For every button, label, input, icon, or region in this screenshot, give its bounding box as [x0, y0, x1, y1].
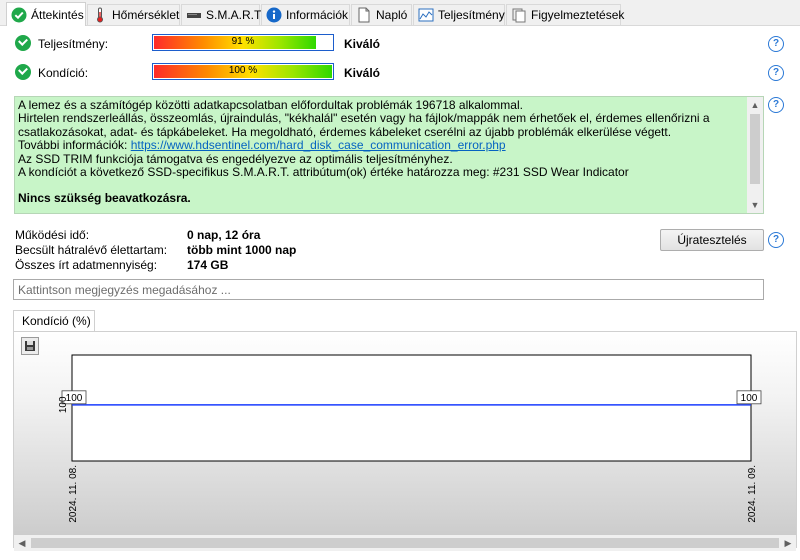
tab-health-chart[interactable]: Kondíció (%) — [13, 310, 95, 332]
scroll-thumb[interactable] — [750, 114, 760, 184]
trim-line: Az SSD TRIM funkciója támogatva és enged… — [18, 151, 453, 166]
tab-information[interactable]: Információk — [261, 4, 350, 25]
y-tick-label: 100 — [58, 396, 69, 413]
message-scrollbar[interactable]: ▲ ▼ — [747, 97, 763, 213]
retest-button[interactable]: Újratesztelés — [660, 229, 764, 251]
message-line: csatlakozásokat, adat- és tápkábeleket. … — [18, 124, 672, 139]
message-line: Hirtelen rendszerleállás, összeomlás, új… — [18, 111, 710, 126]
performance-ok-icon — [15, 35, 31, 51]
note-input[interactable]: Kattintson megjegyzés megadásához ... — [13, 279, 764, 300]
tab-label: Információk — [286, 8, 349, 22]
info-icon — [266, 7, 282, 23]
tab-label: Áttekintés — [31, 7, 84, 22]
lifetime-label: Becsült hátralévő élettartam: — [15, 243, 168, 257]
health-percent: 100 % — [228, 65, 258, 76]
status-message-text: A lemez és a számítógép közötti adatkapc… — [18, 98, 745, 206]
more-info-line: További információk: https://www.hdsenti… — [18, 139, 745, 152]
performance-chart-icon — [418, 7, 434, 23]
tab-log[interactable]: Napló — [351, 4, 412, 25]
performance-bar: 91 % — [152, 34, 334, 51]
help-icon-message[interactable]: ? — [768, 97, 784, 113]
lifetime-value: több mint 1000 nap — [187, 243, 297, 257]
health-bar: 100 % — [152, 63, 334, 80]
more-info-label: További információk: — [18, 138, 128, 153]
scroll-up-arrow-icon[interactable]: ▲ — [747, 97, 763, 113]
message-conclusion: Nincs szükség beavatkozásra. — [18, 191, 191, 206]
scroll-right-arrow-icon[interactable]: ▶ — [780, 535, 796, 551]
performance-label: Teljesítmény: — [38, 37, 109, 51]
scroll-down-arrow-icon[interactable]: ▼ — [747, 197, 763, 213]
tab-performance[interactable]: Teljesítmény — [413, 4, 505, 25]
check-circle-icon — [11, 7, 27, 23]
data-label: 100 — [741, 393, 758, 404]
alerts-icon — [511, 7, 527, 23]
performance-rating: Kiváló — [344, 37, 381, 51]
tab-smart[interactable]: S.M.A.R.T. — [181, 4, 264, 25]
tab-overview[interactable]: Áttekintés — [6, 2, 86, 26]
tab-label: Hőmérséklet — [112, 8, 180, 22]
scroll-thumb[interactable] — [31, 538, 779, 548]
chart-horizontal-scrollbar[interactable]: ◀ ▶ — [14, 535, 796, 551]
tab-label: Napló — [376, 8, 408, 22]
message-line: A lemez és a számítógép közötti adatkapc… — [18, 98, 523, 112]
x-tick-label: 2024. 11. 09. — [747, 465, 758, 523]
help-icon-performance[interactable]: ? — [768, 36, 784, 52]
tab-label: Teljesítmény — [438, 8, 505, 22]
thermometer-icon — [92, 7, 108, 23]
document-icon — [356, 7, 372, 23]
health-chart: 100 1001002024. 11. 08. 2024. 11. 09. — [58, 354, 762, 523]
health-ok-icon — [15, 64, 31, 80]
health-label: Kondíció: — [38, 66, 89, 80]
tab-label: Figyelmeztetések — [531, 8, 625, 22]
status-message-box[interactable]: A lemez és a számítógép közötti adatkapc… — [14, 96, 764, 214]
tab-label: S.M.A.R.T. — [206, 8, 264, 22]
drive-icon — [186, 7, 202, 23]
help-icon-health[interactable]: ? — [768, 65, 784, 81]
tab-bar: Áttekintés Hőmérséklet S.M.A.R.T. Inform… — [0, 0, 800, 26]
written-data-label: Összes írt adatmennyiség: — [15, 258, 158, 272]
scroll-left-arrow-icon[interactable]: ◀ — [14, 535, 30, 551]
tab-alerts[interactable]: Figyelmeztetések — [506, 4, 625, 25]
tab-temperature[interactable]: Hőmérséklet — [87, 4, 180, 25]
more-info-link[interactable]: https://www.hdsentinel.com/hard_disk_cas… — [131, 138, 506, 152]
x-tick-label: 2024. 11. 08. — [68, 465, 79, 523]
written-data-value: 174 GB — [187, 258, 229, 272]
smart-line: A kondíciót a következő SSD-specifikus S… — [18, 165, 629, 180]
uptime-label: Működési idő: — [15, 228, 90, 242]
plot-area — [71, 354, 752, 462]
uptime-value: 0 nap, 12 óra — [187, 228, 261, 242]
help-icon-retest[interactable]: ? — [768, 232, 784, 248]
performance-percent: 91 % — [231, 36, 255, 47]
health-rating: Kiváló — [344, 66, 381, 80]
health-chart-panel: 100 100 100 2024. 11. 08. 2024. 11. 09. — [13, 331, 797, 548]
